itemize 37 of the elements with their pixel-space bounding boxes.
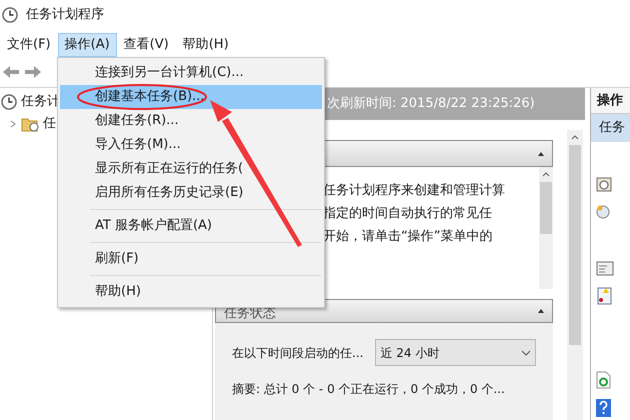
refresh-time: 次刷新时间: 2015/8/22 23:25:26) bbox=[327, 95, 535, 114]
menu-option[interactable]: 创建基本任务(B)... bbox=[60, 85, 322, 109]
menu-item[interactable]: 文件(F) bbox=[0, 33, 58, 57]
summary-text: 摘要: 总计 0 个 - 0 个正在运行，0 个成功，0 个... bbox=[232, 381, 506, 398]
collapse-icon[interactable] bbox=[538, 309, 544, 313]
forward-arrow-icon[interactable] bbox=[24, 65, 42, 79]
caret-icon bbox=[521, 350, 532, 356]
menu-option[interactable]: 启用所有任务历史记录(E) bbox=[60, 181, 322, 205]
menu-option[interactable]: 导入任务(M)... bbox=[60, 133, 322, 157]
collapse-icon[interactable] bbox=[538, 152, 544, 156]
menu-item[interactable]: 帮助(H) bbox=[176, 33, 236, 57]
chevron-icon[interactable] bbox=[9, 120, 17, 128]
menu-option[interactable]: 显示所有正在运行的任务( bbox=[60, 157, 322, 181]
clock-icon[interactable] bbox=[596, 205, 610, 219]
help-icon[interactable] bbox=[596, 399, 611, 417]
tree-item[interactable]: 任 bbox=[43, 114, 56, 134]
calendar-clock-icon[interactable] bbox=[596, 176, 612, 192]
back-arrow-icon[interactable] bbox=[2, 65, 20, 79]
scroll-up-icon[interactable] bbox=[571, 135, 579, 140]
window-title: 任务计划程序 bbox=[26, 6, 104, 24]
menu-option[interactable]: AT 服务帐户配置(A) bbox=[60, 214, 322, 238]
menu-item[interactable]: 查看(V) bbox=[116, 33, 176, 57]
menu-option[interactable]: 连接到另一台计算机(C)... bbox=[60, 61, 322, 85]
period-label: 在以下时间段启动的任... bbox=[232, 344, 364, 362]
notebook-icon[interactable] bbox=[596, 287, 612, 305]
folder-clock-icon bbox=[21, 116, 39, 132]
menu-item[interactable]: 操作(A) bbox=[58, 33, 117, 57]
actions-title: 操作 bbox=[597, 92, 623, 110]
menu-option[interactable]: 创建任务(R)... bbox=[60, 109, 322, 133]
scrollbar[interactable] bbox=[539, 167, 553, 289]
scrollbar[interactable] bbox=[567, 130, 583, 420]
period-dropdown[interactable]: 近 24 小时 bbox=[375, 339, 536, 366]
refresh-icon[interactable] bbox=[596, 371, 611, 389]
menu-option[interactable]: 刷新(F) bbox=[60, 247, 322, 271]
scroll-up-icon[interactable] bbox=[542, 172, 550, 177]
list-clock-icon[interactable] bbox=[596, 260, 614, 276]
actions-section[interactable]: 任务 bbox=[591, 114, 630, 142]
